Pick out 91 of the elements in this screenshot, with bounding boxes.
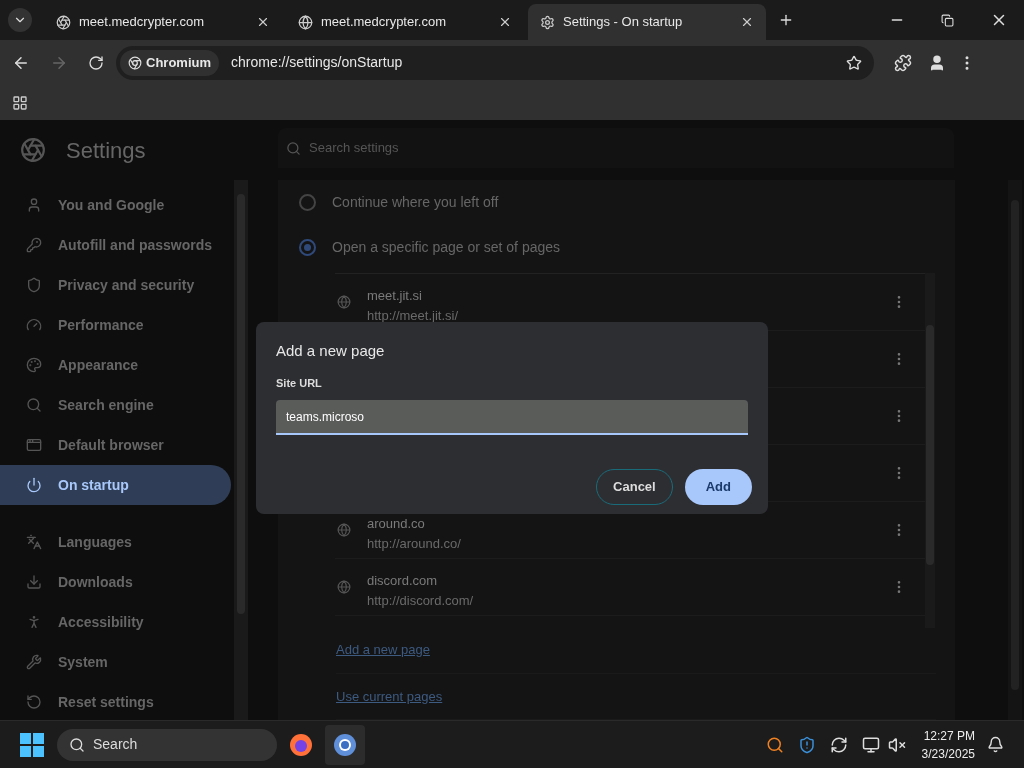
sidebar-item[interactable]: System: [0, 642, 233, 682]
profile-icon[interactable]: [928, 53, 946, 72]
search-icon: [26, 397, 42, 413]
chromium-logo-icon: [128, 55, 142, 70]
firefox-logo-icon[interactable]: [289, 732, 313, 757]
page-scrollbar[interactable]: [1008, 180, 1022, 720]
sidebar-item[interactable]: Languages: [0, 522, 233, 562]
sidebar-item[interactable]: Default browser: [0, 425, 233, 465]
globe-icon: [337, 579, 351, 594]
wrench-icon: [26, 654, 42, 670]
person-icon: [26, 197, 42, 213]
download-icon: [26, 574, 42, 590]
muted-speaker-icon[interactable]: [887, 735, 906, 754]
sidebar-item[interactable]: Reset settings: [0, 682, 233, 722]
chromium-logo-icon: [20, 137, 46, 163]
search-field[interactable]: Search settings: [278, 128, 954, 168]
notification-icon[interactable]: [987, 736, 1004, 753]
new-tab-icon[interactable]: [778, 12, 794, 28]
sync-icon[interactable]: [829, 735, 848, 754]
browser-tab[interactable]: Settings - On startup: [528, 4, 766, 40]
dialog-title: Add a new page: [276, 341, 386, 361]
option-label: Open a specific page or set of pages: [332, 238, 561, 258]
sidebar-item[interactable]: Downloads: [0, 562, 233, 602]
page-name: around.co: [367, 515, 426, 533]
shield-icon: [26, 277, 42, 293]
settings-icon: [540, 14, 555, 30]
window-icon: [26, 437, 42, 453]
windows-logo-icon[interactable]: [20, 732, 44, 757]
tab-title: Settings - On startup: [563, 13, 684, 32]
sidebar-item[interactable]: Accessibility: [0, 602, 233, 642]
page-name: meet.jit.si: [367, 287, 423, 305]
shield-warning-icon[interactable]: [797, 735, 816, 754]
sidebar-item[interactable]: Autofill and passwords: [0, 225, 233, 265]
globe-icon: [337, 294, 351, 309]
tab-title: meet.medcrypter.com: [321, 13, 447, 32]
chip-label: Chromium: [146, 53, 211, 72]
address-bar[interactable]: Chromium chrome://settings/onStartup: [116, 45, 874, 80]
bookmark-star-icon[interactable]: [846, 54, 862, 71]
clock-time: 12:27 PM: [923, 727, 975, 745]
text-link[interactable]: Use current pages: [336, 686, 443, 707]
browser-tab[interactable]: meet.medcrypter.com: [286, 4, 524, 40]
tab-list-button[interactable]: [8, 8, 32, 32]
page-url: http://meet.jit.si/: [367, 306, 460, 325]
reset-icon: [26, 694, 42, 710]
aperture-icon: [56, 14, 71, 30]
site-chip[interactable]: Chromium: [120, 49, 219, 76]
page-url: http://around.co/: [367, 534, 462, 553]
text-link[interactable]: Add a new page: [336, 640, 430, 660]
add-button[interactable]: Add: [684, 469, 752, 505]
restore-icon[interactable]: [941, 13, 954, 27]
search-placeholder: Search settings: [309, 139, 399, 158]
apps-icon[interactable]: [12, 94, 28, 111]
search-icon: [286, 140, 301, 156]
clock-date: 3/23/2025: [921, 745, 975, 763]
page-url: http://discord.com/: [367, 591, 475, 610]
scrollbar[interactable]: [234, 180, 248, 720]
radio-button[interactable]: [299, 239, 316, 257]
sidebar-item[interactable]: On startup: [0, 465, 231, 505]
radio-button[interactable]: [299, 194, 316, 212]
tab-title: meet.medcrypter.com: [79, 13, 205, 32]
settings-title: Settings: [66, 136, 146, 165]
search-icon: [69, 736, 85, 753]
close-icon[interactable]: [498, 15, 512, 29]
taskbar-search-field[interactable]: Search: [57, 728, 277, 761]
field-label: Site URL: [276, 375, 323, 391]
key-icon: [26, 237, 42, 253]
gauge-icon: [26, 317, 42, 333]
sidebar-item[interactable]: You and Google: [0, 185, 233, 225]
url-text: chrome://settings/onStartup: [231, 53, 404, 72]
power-icon: [26, 477, 42, 493]
extensions-icon[interactable]: [894, 53, 912, 72]
sidebar-item[interactable]: Search engine: [0, 385, 233, 425]
chromium-taskbar-button[interactable]: [325, 724, 365, 765]
sidebar-item[interactable]: Appearance: [0, 345, 233, 385]
option-label: Continue where you left off: [332, 193, 499, 213]
sidebar-item[interactable]: Performance: [0, 305, 233, 345]
chromium-logo-icon: [333, 732, 357, 757]
close-icon[interactable]: [740, 15, 754, 29]
search-placeholder: Search: [93, 735, 138, 754]
page-name: discord.com: [367, 572, 439, 590]
browser-tab[interactable]: meet.medcrypter.com: [44, 4, 282, 40]
url-input-field[interactable]: teams.microso: [276, 400, 748, 435]
sidebar-item[interactable]: Privacy and security: [0, 265, 233, 305]
globe-icon: [337, 522, 351, 537]
palette-icon: [26, 357, 42, 373]
person-icon: [26, 614, 42, 630]
globe-icon: [298, 14, 313, 30]
translate-icon: [26, 534, 42, 550]
reload-icon[interactable]: [88, 54, 104, 71]
close-icon[interactable]: [256, 15, 270, 29]
magnifier-icon[interactable]: [765, 735, 784, 754]
